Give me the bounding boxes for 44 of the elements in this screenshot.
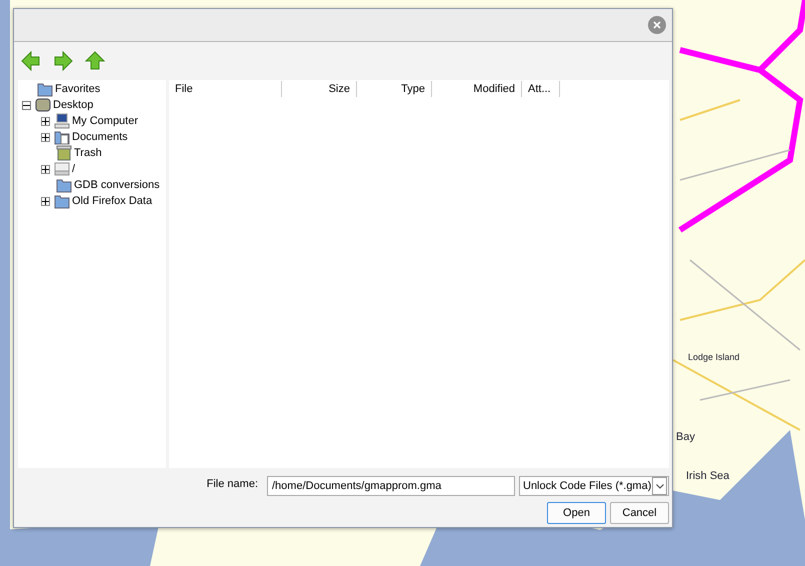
dialog-button[interactable]: Cancel bbox=[610, 502, 669, 524]
map-label: Bay bbox=[676, 431, 695, 443]
plus-icon bbox=[42, 118, 49, 124]
column-header[interactable]: Modified bbox=[432, 81, 522, 97]
plus-icon bbox=[42, 198, 49, 204]
drive-icon bbox=[54, 161, 70, 177]
file-name-field[interactable]: /home/Documents/gmapprom.gma bbox=[267, 476, 515, 496]
column-header[interactable]: File bbox=[169, 81, 282, 97]
folder-document-icon bbox=[54, 129, 70, 145]
folder-icon bbox=[54, 193, 70, 209]
plus-icon bbox=[42, 166, 49, 172]
tree-item[interactable]: GDB conversions bbox=[74, 179, 160, 191]
plus-icon bbox=[42, 134, 49, 140]
chevron-down-icon bbox=[656, 484, 664, 488]
expand-button[interactable] bbox=[41, 132, 50, 142]
tree-item[interactable]: Trash bbox=[74, 147, 102, 159]
tree-item[interactable]: My Computer bbox=[72, 115, 138, 127]
desktop-icon bbox=[35, 97, 51, 113]
tree-item[interactable]: Desktop bbox=[53, 99, 94, 111]
field-label: File name: bbox=[206, 477, 259, 492]
tree-item[interactable]: Old Firefox Data bbox=[72, 195, 152, 207]
file-type-dropdown[interactable]: Unlock Code Files (*.gma) bbox=[519, 476, 669, 496]
close-button[interactable] bbox=[648, 16, 666, 34]
expand-button[interactable] bbox=[41, 196, 50, 206]
close-icon bbox=[653, 21, 661, 29]
tree-item[interactable]: / bbox=[72, 163, 76, 175]
column-header[interactable]: Size bbox=[282, 81, 357, 97]
folder-icon bbox=[56, 177, 72, 193]
column-header[interactable]: Att... bbox=[522, 81, 560, 97]
tree-item[interactable]: Documents bbox=[72, 131, 128, 143]
tree-item[interactable]: Favorites bbox=[55, 83, 100, 95]
column-header[interactable]: Type bbox=[357, 81, 432, 97]
map-label: Irish Sea bbox=[686, 470, 730, 482]
expand-button[interactable] bbox=[41, 116, 50, 126]
trash-icon bbox=[56, 145, 72, 161]
arrow-icon bbox=[85, 51, 105, 71]
expand-button[interactable] bbox=[41, 164, 50, 174]
collapse-button[interactable] bbox=[22, 100, 31, 110]
arrow-icon bbox=[53, 51, 73, 71]
computer-icon bbox=[54, 113, 70, 129]
dialog-button[interactable]: Open bbox=[547, 502, 606, 524]
folder-icon bbox=[37, 81, 53, 97]
arrow-icon bbox=[21, 51, 41, 71]
map-label: Lodge Island bbox=[688, 352, 740, 362]
